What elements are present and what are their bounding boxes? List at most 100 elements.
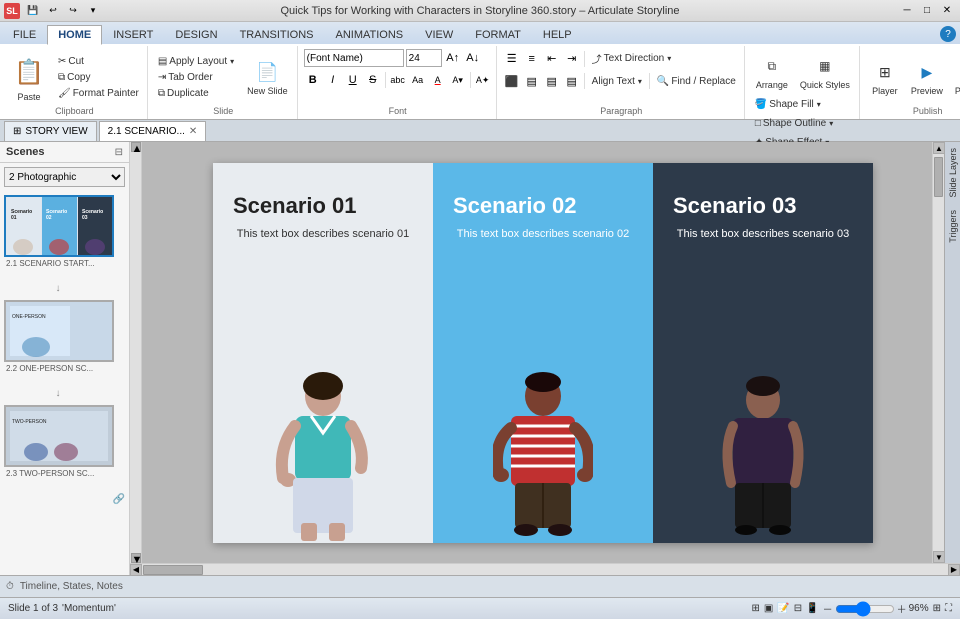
preview-button[interactable]: ▶ Preview bbox=[906, 55, 948, 99]
redo-btn[interactable]: ↪ bbox=[64, 3, 82, 19]
align-right-btn[interactable]: ▤ bbox=[543, 72, 561, 90]
text-direction-btn[interactable]: ⤴ Text Direction ▾ bbox=[588, 49, 676, 68]
find-replace-btn[interactable]: 🔍 Find / Replace bbox=[653, 74, 740, 89]
scene-dropdown[interactable]: 2 Photographic bbox=[4, 167, 125, 187]
quick-styles-btn[interactable]: ▦ Quick Styles bbox=[795, 49, 855, 93]
fullscreen-btn[interactable]: ⛶ bbox=[945, 603, 952, 614]
align-center-btn[interactable]: ▤ bbox=[523, 72, 541, 90]
view-grid-icon[interactable]: ⊟ bbox=[794, 603, 802, 614]
arrange-btn[interactable]: ⧉ Arrange bbox=[751, 49, 793, 93]
shape-fill-btn[interactable]: 🪣 Shape Fill ▾ bbox=[751, 97, 825, 112]
cut-icon: ✂ bbox=[58, 56, 66, 67]
duplicate-button[interactable]: ⧉ Duplicate bbox=[154, 86, 238, 101]
tab-close-btn[interactable]: ✕ bbox=[189, 126, 197, 137]
justify-btn[interactable]: ▤ bbox=[563, 72, 581, 90]
tab-format[interactable]: FORMAT bbox=[464, 24, 532, 44]
zoom-out-btn[interactable]: － bbox=[823, 601, 833, 616]
font-size-input[interactable] bbox=[406, 49, 442, 67]
new-slide-icon: 📄 bbox=[253, 58, 281, 86]
scroll-up[interactable]: ▲ bbox=[933, 142, 944, 154]
increase-font-btn[interactable]: A↑ bbox=[444, 49, 462, 67]
shape-outline-btn[interactable]: □ Shape Outline ▾ bbox=[751, 116, 837, 131]
view-notes-icon[interactable]: 📝 bbox=[777, 603, 789, 614]
tab-design[interactable]: DESIGN bbox=[164, 24, 228, 44]
scroll-down-btn[interactable]: ▼ bbox=[131, 553, 141, 563]
paste-button[interactable]: 📋 Paste bbox=[6, 49, 52, 105]
slide-canvas[interactable]: Scenario 01 This text box describes scen… bbox=[213, 163, 873, 543]
story-view-tab[interactable]: ⊞ STORY VIEW bbox=[4, 121, 97, 141]
sidebar-collapse-btn[interactable]: ⊟ bbox=[115, 147, 123, 158]
align-text-btn[interactable]: Align Text ▾ bbox=[588, 74, 646, 89]
align-left-btn[interactable]: ⬛ bbox=[503, 72, 521, 90]
view-slide-icon[interactable]: ▣ bbox=[764, 603, 773, 614]
slide-thumbnail-3[interactable]: TWO-PERSON bbox=[4, 405, 114, 467]
underline-btn[interactable]: U bbox=[344, 71, 362, 89]
tab-help[interactable]: HELP bbox=[532, 24, 583, 44]
tab-order-button[interactable]: ⇥ Tab Order bbox=[154, 70, 238, 85]
tab-transitions[interactable]: TRANSITIONS bbox=[229, 24, 325, 44]
italic-btn[interactable]: I bbox=[324, 71, 342, 89]
zoom-in-btn[interactable]: ＋ bbox=[897, 601, 907, 616]
save-btn[interactable]: 💾 bbox=[24, 3, 42, 19]
shadow-btn[interactable]: abc bbox=[389, 71, 407, 89]
highlight-btn[interactable]: A▾ bbox=[449, 71, 467, 89]
format-painter-button[interactable]: 🖌 Format Painter bbox=[54, 86, 143, 101]
close-btn[interactable]: ✕ bbox=[938, 3, 956, 19]
tab-insert[interactable]: INSERT bbox=[102, 24, 164, 44]
thumb-inner-1: Scenario 01 Scenario 02 Scenario 03 bbox=[6, 197, 112, 255]
bold-btn[interactable]: B bbox=[304, 71, 322, 89]
decrease-font-btn[interactable]: A↓ bbox=[464, 49, 482, 67]
ribbon-group-paragraph: ☰ ≡ ⇤ ⇥ ⤴ Text Direction ▾ ⬛ ▤ ▤ ▤ Align… bbox=[499, 46, 745, 119]
maximize-btn[interactable]: □ bbox=[918, 3, 936, 19]
scroll-thumb-v[interactable] bbox=[934, 157, 943, 197]
tab-file[interactable]: FILE bbox=[2, 24, 47, 44]
drawing-row-2: 🪣 Shape Fill ▾ bbox=[751, 97, 825, 112]
fit-slide-btn[interactable]: ⊞ bbox=[933, 603, 941, 614]
scroll-up-btn[interactable]: ▲ bbox=[131, 142, 141, 152]
slide-layers-tab[interactable]: Slide Layers bbox=[946, 142, 960, 204]
fit-icon[interactable]: 📱 bbox=[806, 603, 818, 614]
zoom-slider[interactable] bbox=[835, 601, 895, 617]
align-text-arrow: ▾ bbox=[638, 77, 642, 86]
tab-animations[interactable]: ANIMATIONS bbox=[325, 24, 415, 44]
scroll-thumb-h[interactable] bbox=[143, 565, 203, 575]
help-icon[interactable]: ? bbox=[940, 26, 956, 42]
format-extra-btn[interactable]: A✦ bbox=[474, 71, 492, 89]
scroll-left-btn[interactable]: ◀ bbox=[130, 564, 142, 576]
copy-button[interactable]: ⧉ Copy bbox=[54, 70, 143, 85]
triggers-tab[interactable]: Triggers bbox=[946, 204, 960, 249]
new-slide-button[interactable]: 📄 New Slide bbox=[242, 55, 293, 99]
person-svg-3 bbox=[713, 368, 813, 543]
apply-layout-button[interactable]: ▤ Apply Layout ▾ bbox=[154, 54, 238, 69]
scroll-down[interactable]: ▼ bbox=[933, 551, 944, 563]
publish-button[interactable]: ▲ Publish bbox=[950, 55, 960, 99]
thumb-inner-2: ONE-PERSON bbox=[6, 302, 112, 360]
minimize-btn[interactable]: ─ bbox=[898, 3, 916, 19]
slide-panel-3: TWO-PERSON 2.3 TWO-PERSON SC... bbox=[4, 405, 125, 486]
ribbon-group-font: A↑ A↓ B I U S abc Aa A A▾ A✦ Font bbox=[300, 46, 497, 119]
scenario-tab[interactable]: 2.1 SCENARIO... ✕ bbox=[99, 121, 207, 141]
font-name-input[interactable] bbox=[304, 49, 404, 67]
slide-thumbnail-2[interactable]: ONE-PERSON bbox=[4, 300, 114, 362]
ribbon-tabs: FILE HOME INSERT DESIGN TRANSITIONS ANIM… bbox=[0, 22, 960, 44]
font-color-btn[interactable]: A bbox=[429, 71, 447, 89]
undo-btn[interactable]: ↩ bbox=[44, 3, 62, 19]
increase-indent-btn[interactable]: ⇥ bbox=[563, 50, 581, 68]
view-normal-icon[interactable]: ⊞ bbox=[751, 603, 759, 614]
player-button[interactable]: ⊞ Player bbox=[866, 55, 904, 99]
decrease-indent-btn[interactable]: ⇤ bbox=[543, 50, 561, 68]
tab-home[interactable]: HOME bbox=[47, 25, 102, 45]
slide-thumbnail-1[interactable]: Scenario 01 Scenario 02 Scenario 03 bbox=[4, 195, 114, 257]
tab-view[interactable]: VIEW bbox=[414, 24, 464, 44]
title-bar-title: Quick Tips for Working with Characters i… bbox=[280, 5, 679, 17]
strikethrough-btn[interactable]: S bbox=[364, 71, 382, 89]
sidebar: Scenes ⊟ 2 Photographic Scenario 01 Scen… bbox=[0, 142, 130, 575]
more-btn[interactable]: ▾ bbox=[84, 3, 102, 19]
bullet-list-btn[interactable]: ☰ bbox=[503, 50, 521, 68]
scroll-right-btn[interactable]: ▶ bbox=[948, 564, 960, 576]
numbered-list-btn[interactable]: ≡ bbox=[523, 50, 541, 68]
cut-button[interactable]: ✂ Cut bbox=[54, 54, 143, 69]
quick-styles-icon: ▦ bbox=[811, 52, 839, 80]
svg-text:ONE-PERSON: ONE-PERSON bbox=[12, 314, 46, 320]
font-case-btn[interactable]: Aa bbox=[409, 71, 427, 89]
